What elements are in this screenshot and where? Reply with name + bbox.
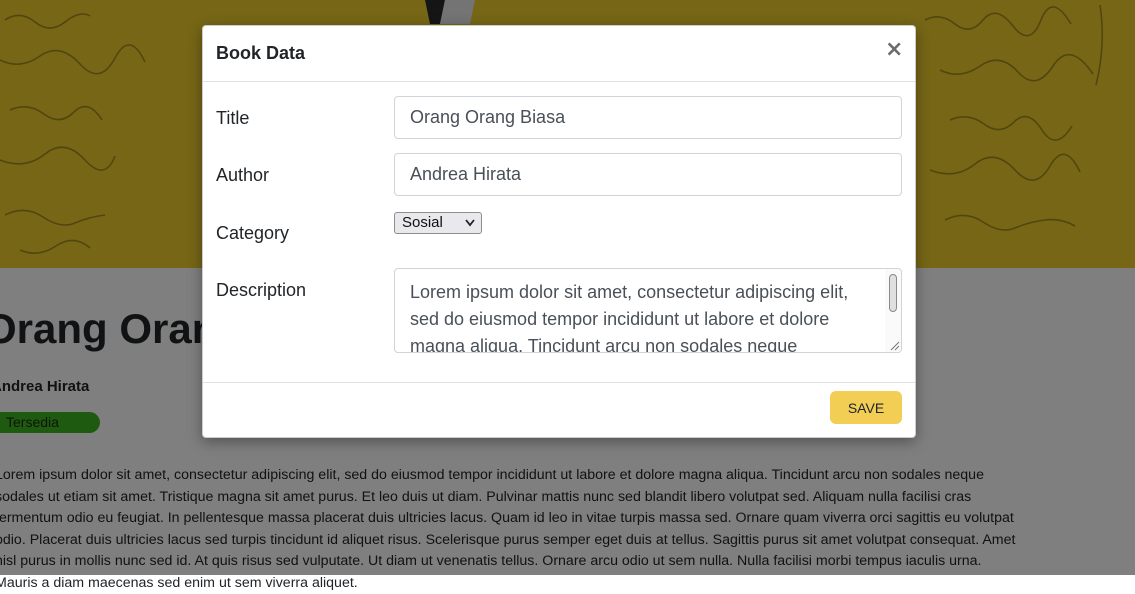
- modal-title: Book Data: [216, 43, 306, 63]
- author-input[interactable]: [394, 153, 902, 196]
- author-label: Author: [216, 165, 270, 185]
- description-label: Description: [216, 280, 307, 300]
- close-icon: ×: [885, 37, 904, 62]
- book-data-modal: Book Data × Title Author Category Sosial…: [202, 25, 916, 438]
- save-button[interactable]: SAVE: [830, 391, 902, 424]
- description-textarea[interactable]: Lorem ipsum dolor sit amet, consectetur …: [394, 268, 902, 353]
- scrollbar-thumb[interactable]: [889, 274, 897, 312]
- modal-footer: SAVE: [203, 382, 915, 437]
- category-select[interactable]: Sosial: [394, 212, 482, 234]
- title-input[interactable]: [394, 96, 902, 139]
- title-label: Title: [216, 108, 250, 128]
- modal-header: Book Data ×: [203, 26, 915, 82]
- chevron-down-icon: [465, 219, 475, 227]
- close-button[interactable]: ×: [885, 39, 903, 61]
- resize-grip-icon[interactable]: [888, 339, 900, 351]
- description-textarea-text: Lorem ipsum dolor sit amet, consectetur …: [410, 282, 849, 353]
- category-select-value: Sosial: [402, 214, 443, 231]
- category-label: Category: [216, 223, 290, 243]
